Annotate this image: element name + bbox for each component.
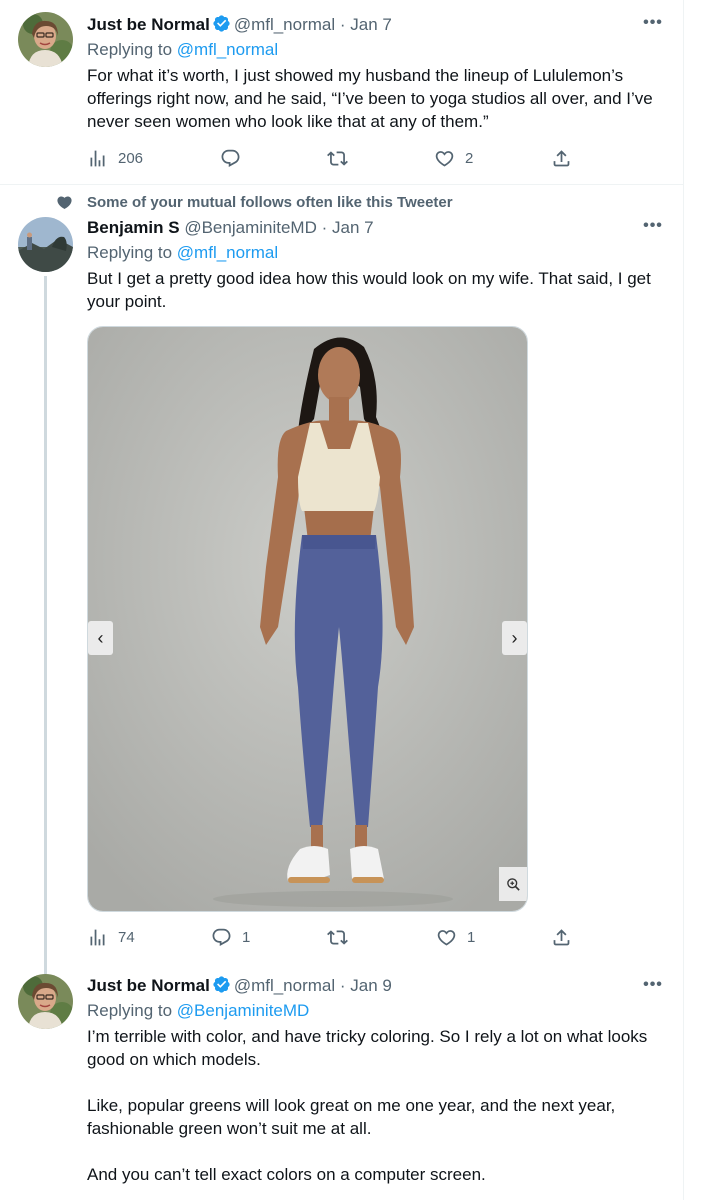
retweet-icon bbox=[327, 929, 348, 945]
author-handle[interactable]: @mfl_normal bbox=[234, 976, 335, 995]
views-count: 206 bbox=[118, 149, 144, 167]
tweet-paragraph: Like, popular greens will look great on … bbox=[87, 1096, 616, 1138]
replying-to-link[interactable]: @BenjaminiteMD bbox=[177, 1001, 310, 1020]
author-name[interactable]: Just be Normal bbox=[87, 976, 210, 995]
zoom-icon[interactable] bbox=[499, 867, 527, 901]
like-count: 2 bbox=[465, 149, 474, 167]
tweet-header: Just be Normal @mfl_normal · Jan 7 bbox=[87, 14, 660, 36]
like-icon bbox=[437, 929, 456, 946]
social-context: Some of your mutual follows often like t… bbox=[56, 194, 453, 211]
tweet-header: Just be Normal @mfl_normal · Jan 9 bbox=[87, 975, 660, 997]
share-button[interactable] bbox=[551, 925, 572, 949]
heart-icon bbox=[57, 196, 72, 209]
reply-icon bbox=[212, 928, 231, 946]
avatar[interactable] bbox=[18, 217, 73, 272]
tweet-date[interactable]: Jan 9 bbox=[350, 976, 392, 995]
replying-prefix: Replying to bbox=[87, 40, 173, 59]
tweet-text: For what it’s worth, I just showed my hu… bbox=[87, 66, 653, 131]
tweet[interactable]: ••• Just be Normal @mfl_normal · Jan 7 Re… bbox=[0, 0, 684, 184]
chevron-right-icon[interactable]: › bbox=[502, 621, 527, 655]
verified-badge-icon bbox=[213, 15, 230, 32]
retweet-button[interactable] bbox=[327, 925, 358, 949]
views-icon bbox=[90, 929, 105, 945]
author-name[interactable]: Just be Normal bbox=[87, 15, 210, 34]
share-icon bbox=[553, 928, 570, 945]
retweet-button[interactable] bbox=[327, 146, 358, 170]
replying-to: Replying to @mfl_normal bbox=[87, 39, 660, 61]
product-photo bbox=[88, 327, 527, 911]
views-count: 74 bbox=[118, 928, 135, 946]
thread-line bbox=[44, 276, 47, 984]
views-button[interactable]: 206 bbox=[87, 146, 143, 170]
replying-to: Replying to @mfl_normal bbox=[87, 242, 660, 264]
replying-prefix: Replying to bbox=[87, 1001, 173, 1020]
verified-badge-icon bbox=[213, 976, 230, 993]
like-button[interactable]: 1 bbox=[436, 925, 475, 949]
views-button[interactable]: 74 bbox=[87, 925, 135, 949]
like-icon bbox=[435, 150, 454, 167]
chevron-left-icon[interactable]: ‹ bbox=[88, 621, 113, 655]
replying-to: Replying to @BenjaminiteMD bbox=[87, 1000, 660, 1022]
social-context-text: Some of your mutual follows often like t… bbox=[87, 194, 453, 211]
avatar[interactable] bbox=[18, 974, 73, 1029]
reply-button[interactable] bbox=[220, 146, 251, 170]
tweet-actions: 206 2 bbox=[87, 146, 577, 170]
share-icon bbox=[553, 149, 570, 166]
tweet-date[interactable]: Jan 7 bbox=[350, 15, 392, 34]
like-button[interactable]: 2 bbox=[434, 146, 473, 170]
avatar[interactable] bbox=[18, 12, 73, 67]
reply-count: 1 bbox=[242, 928, 251, 946]
replying-to-link[interactable]: @mfl_normal bbox=[177, 40, 278, 59]
author-name[interactable]: Benjamin S bbox=[87, 218, 180, 237]
tweet-actions: 74 1 1 bbox=[87, 925, 577, 949]
tweet-paragraph: And you can’t tell exact colors on a com… bbox=[87, 1165, 486, 1184]
author-handle[interactable]: @BenjaminiteMD bbox=[184, 218, 317, 237]
separator: · bbox=[339, 15, 346, 34]
tweet[interactable]: ••• Just be Normal @mfl_normal · Jan 9 Re… bbox=[0, 964, 684, 1200]
author-handle[interactable]: @mfl_normal bbox=[234, 15, 335, 34]
tweet-header: Benjamin S @BenjaminiteMD · Jan 7 bbox=[87, 217, 660, 239]
share-button[interactable] bbox=[551, 146, 572, 170]
timeline-column: ••• Just be Normal @mfl_normal · Jan 7 Re… bbox=[0, 0, 684, 1200]
tweet-text: But I get a pretty good idea how this wo… bbox=[87, 269, 651, 311]
like-count: 1 bbox=[467, 928, 476, 946]
replying-to-link[interactable]: @mfl_normal bbox=[177, 243, 278, 262]
tweet-paragraph: I’m terrible with color, and have tricky… bbox=[87, 1027, 648, 1069]
reply-button[interactable]: 1 bbox=[211, 925, 250, 949]
separator: · bbox=[339, 976, 346, 995]
replying-prefix: Replying to bbox=[87, 243, 173, 262]
reply-icon bbox=[221, 149, 240, 167]
tweet-date[interactable]: Jan 7 bbox=[332, 218, 374, 237]
retweet-icon bbox=[327, 150, 348, 166]
separator: · bbox=[321, 218, 328, 237]
tweet-media[interactable]: ‹ › bbox=[87, 326, 528, 912]
views-icon bbox=[90, 150, 105, 166]
